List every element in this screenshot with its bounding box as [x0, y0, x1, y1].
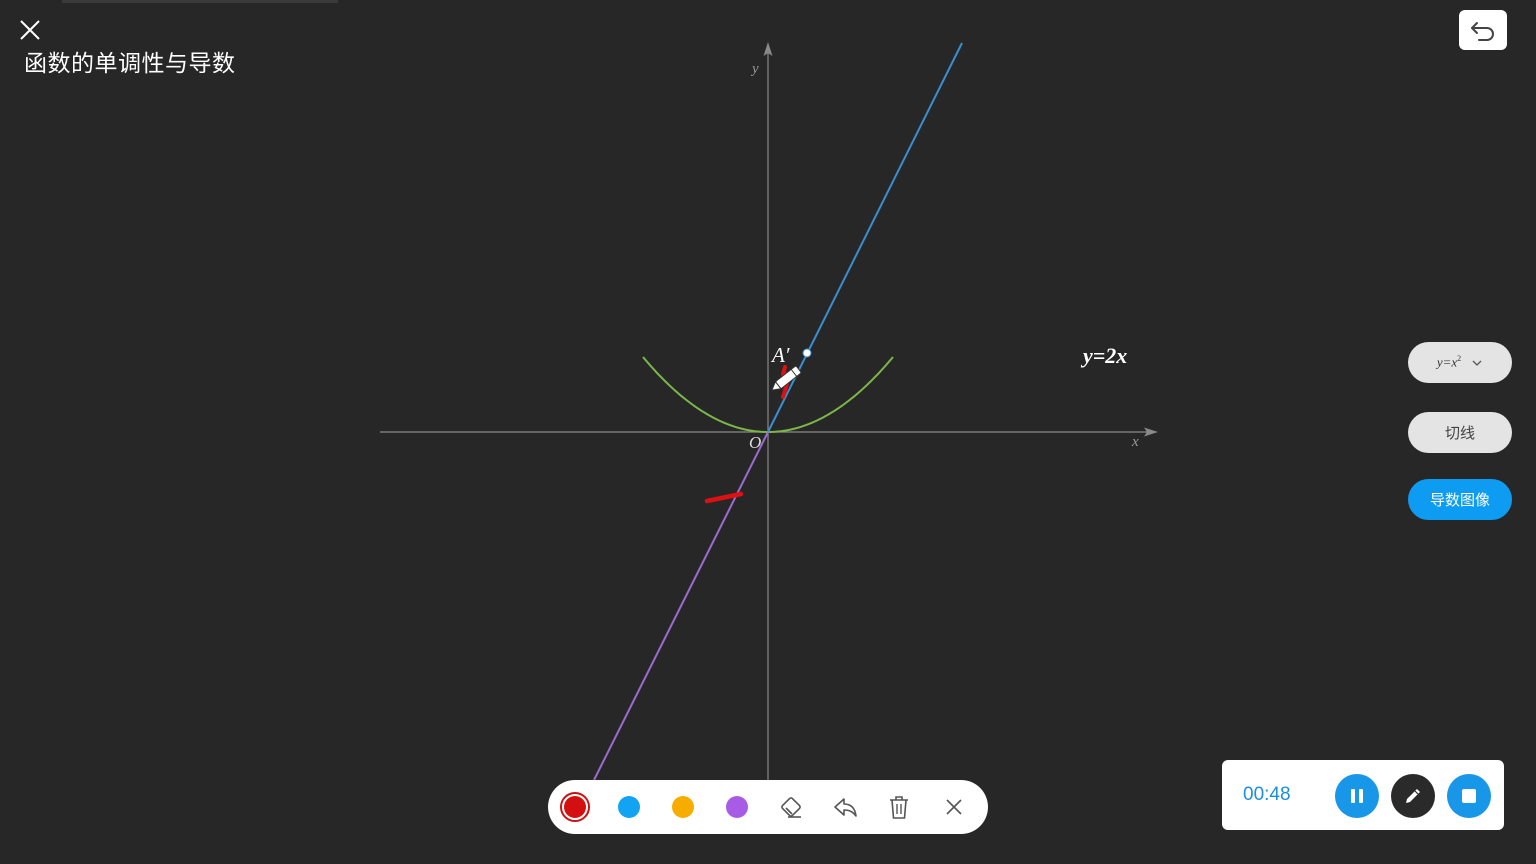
line-lower-segment	[593, 431, 769, 781]
trash-icon	[890, 796, 908, 819]
recording-panel: 00:48	[1222, 760, 1504, 830]
recording-timer: 00:48	[1243, 784, 1291, 805]
graph-canvas[interactable]: y x O A′ y=2x	[0, 0, 1536, 864]
close-icon	[946, 799, 962, 815]
y-axis	[763, 42, 773, 780]
color-purple-swatch	[726, 796, 748, 818]
y-axis-label: y	[750, 61, 759, 77]
stop-button[interactable]	[1447, 774, 1491, 818]
function-select[interactable]: y=x2	[1408, 342, 1512, 383]
selected-ring	[560, 792, 590, 822]
drawing-toolbar	[548, 780, 988, 834]
color-orange-swatch	[672, 796, 694, 818]
pause-button[interactable]	[1335, 774, 1379, 818]
pen-button[interactable]	[1391, 774, 1435, 818]
chevron-down-icon	[1472, 360, 1482, 366]
clear-button[interactable]	[879, 780, 919, 834]
point-a-prime[interactable]	[802, 348, 812, 358]
point-a-prime-label: A′	[770, 343, 790, 367]
x-axis-label: x	[1131, 434, 1139, 450]
color-red-swatch	[564, 796, 586, 818]
undo-arrow-icon	[834, 798, 857, 817]
eraser-icon	[781, 797, 801, 818]
color-blue-swatch	[618, 796, 640, 818]
function-select-value: y=x2	[1436, 354, 1462, 370]
eraser-button[interactable]	[771, 780, 811, 834]
color-blue-button[interactable]	[609, 780, 649, 834]
pencil-icon	[1406, 789, 1420, 803]
stop-icon	[1462, 789, 1476, 803]
undo-stroke-button[interactable]	[825, 780, 865, 834]
color-purple-button[interactable]	[717, 780, 757, 834]
derivative-graph-button[interactable]: 导数图像	[1408, 479, 1512, 520]
color-red-button[interactable]	[555, 780, 595, 834]
pause-icon	[1351, 789, 1363, 803]
close-toolbar-button[interactable]	[934, 780, 974, 834]
line-equation-label: y=2x	[1080, 343, 1127, 368]
color-orange-button[interactable]	[663, 780, 703, 834]
tangent-button[interactable]: 切线	[1408, 412, 1512, 453]
